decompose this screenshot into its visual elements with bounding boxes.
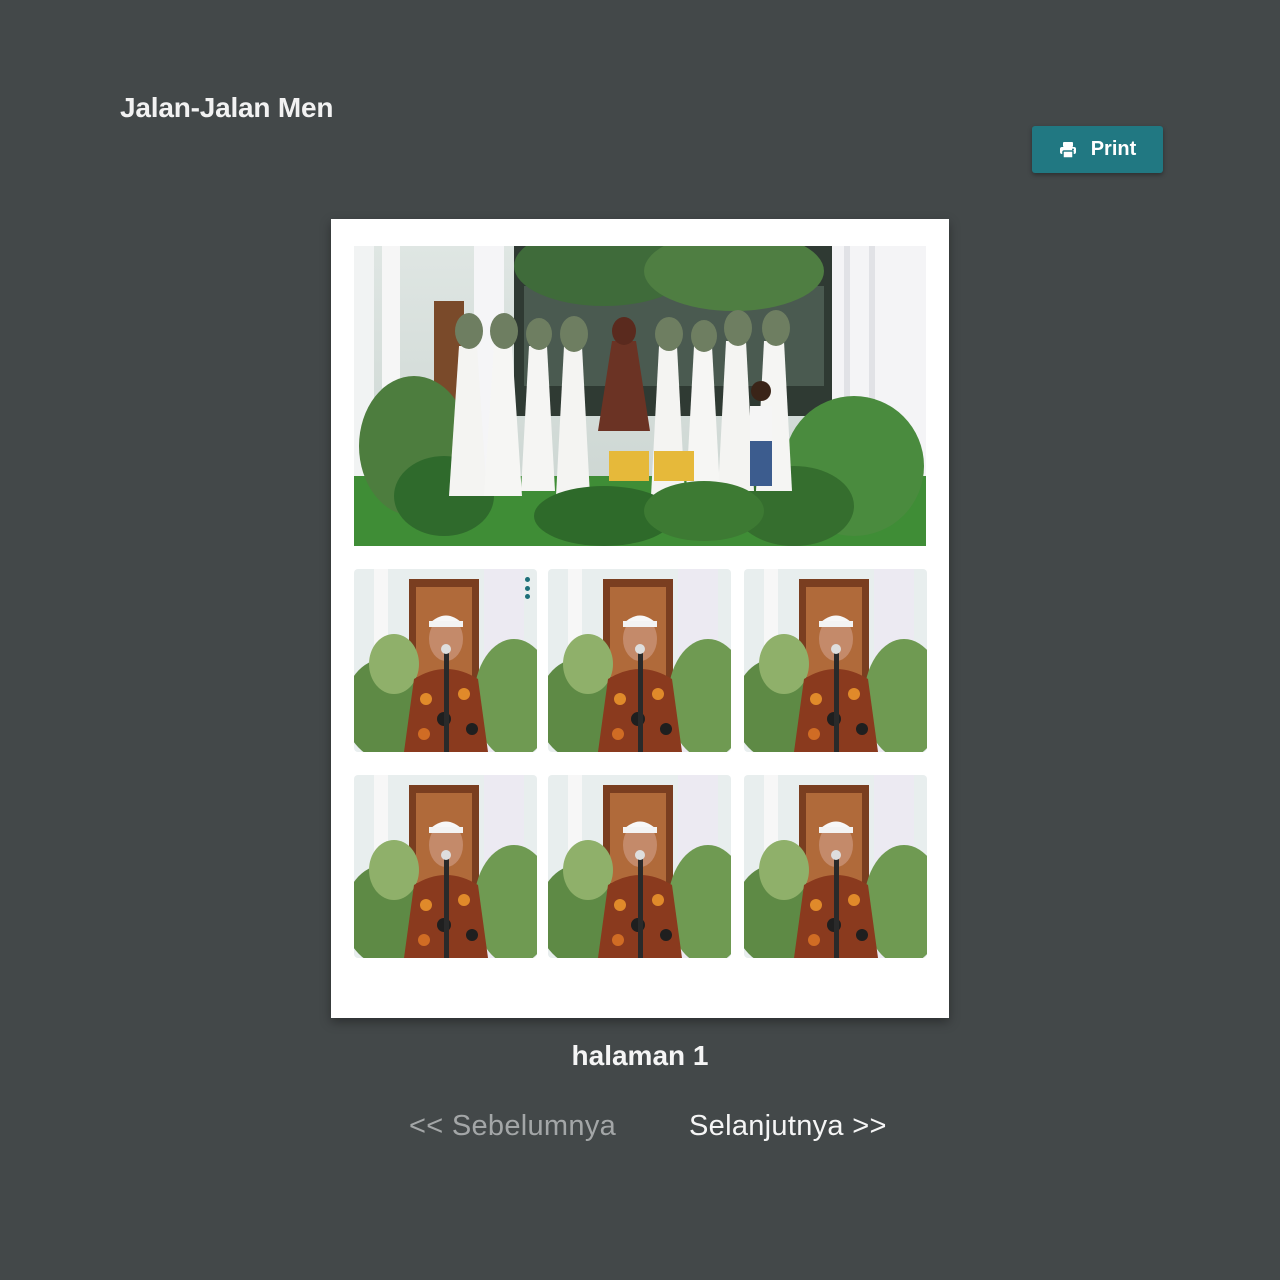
thumbnail-photo[interactable] [354,569,537,752]
print-button[interactable]: Print [1032,126,1163,173]
featured-group-photo[interactable] [354,246,926,546]
portrait-image [354,569,537,752]
page-label: halaman 1 [571,1040,709,1071]
thumbnail-photo[interactable] [354,775,537,958]
portrait-image [354,775,537,958]
next-page-link[interactable]: Selanjutnya >> [689,1110,887,1143]
group-photo-image [354,246,926,546]
previous-page-link[interactable]: << Sebelumnya [409,1110,616,1143]
more-vertical-icon[interactable] [523,577,531,599]
portrait-image [744,775,927,958]
album-title: Jalan-Jalan Men [120,92,334,123]
page-sheet [331,219,949,1018]
portrait-image [548,775,731,958]
thumbnail-photo[interactable] [548,569,731,752]
thumbnail-photo[interactable] [744,775,927,958]
thumbnail-photo[interactable] [548,775,731,958]
thumbnail-photo[interactable] [744,569,927,752]
printer-icon [1059,141,1077,159]
portrait-image [548,569,731,752]
portrait-image [744,569,927,752]
print-button-label: Print [1090,138,1137,160]
